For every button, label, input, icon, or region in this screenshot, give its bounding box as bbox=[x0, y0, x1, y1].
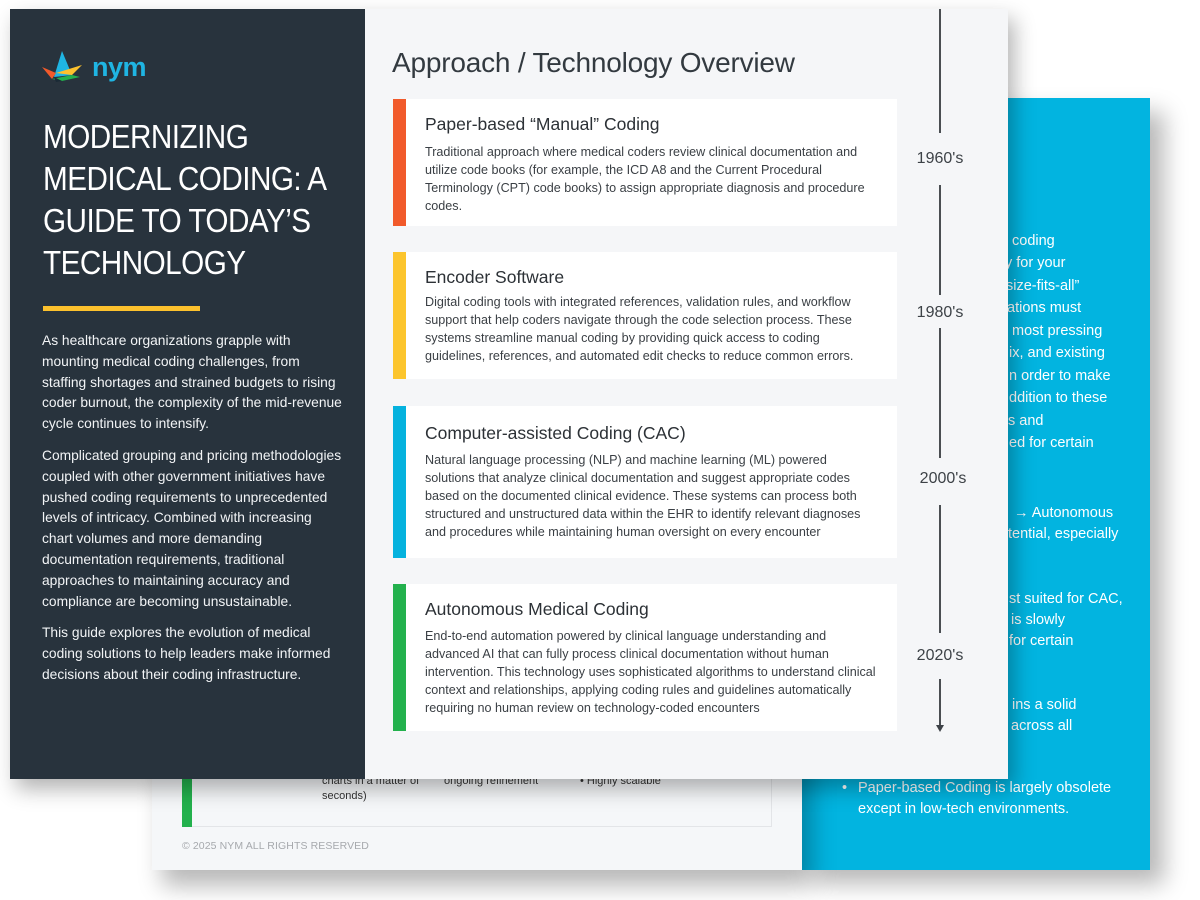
timeline-decade: 1980's bbox=[916, 304, 964, 321]
timeline-segment bbox=[939, 9, 941, 133]
timeline-decade: 2000's bbox=[919, 470, 967, 487]
intro-text: As healthcare organizations grapple with… bbox=[42, 331, 342, 697]
front-page: nym MODERNIZING MEDICAL CODING: A GUIDE … bbox=[10, 9, 1008, 779]
intro-paragraph: As healthcare organizations grapple with… bbox=[42, 333, 342, 432]
timeline-segment bbox=[939, 328, 941, 458]
timeline-segment bbox=[939, 679, 941, 727]
timeline-decade: 1960's bbox=[916, 150, 964, 167]
card-title: Autonomous Medical Coding bbox=[425, 599, 649, 619]
timeline-segment bbox=[939, 505, 941, 633]
blue-text-line: y for your bbox=[1005, 255, 1066, 271]
approach-card-autonomous: Autonomous Medical Coding End-to-end aut… bbox=[393, 584, 897, 731]
intro-paragraph: Complicated grouping and pricing methodo… bbox=[42, 447, 342, 609]
blue-text-line: for certain bbox=[1009, 633, 1074, 649]
blue-text-line: is slowly bbox=[1011, 612, 1065, 628]
logo-text: nym bbox=[92, 52, 147, 82]
blue-text-line: s and bbox=[1008, 413, 1044, 429]
card-accent-bar bbox=[393, 584, 406, 731]
blue-text-line: ix, and existing bbox=[1009, 345, 1105, 361]
timeline-arrow-icon bbox=[936, 725, 944, 732]
section-title: Approach / Technology Overview bbox=[392, 47, 795, 78]
title-underline bbox=[43, 306, 200, 311]
document-title: MODERNIZING MEDICAL CODING: A GUIDE TO T… bbox=[43, 118, 325, 281]
blue-text-line: most pressing bbox=[1012, 323, 1103, 339]
blue-text-line: across all bbox=[1011, 718, 1073, 734]
card-accent-bar bbox=[393, 99, 406, 226]
blue-text-line: size-fits-all” bbox=[1006, 278, 1080, 294]
card-title: Paper-based “Manual” Coding bbox=[425, 114, 660, 134]
approach-card-cac: Computer-assisted Coding (CAC) Natural l… bbox=[393, 406, 897, 558]
blue-text-line: → Autonomous bbox=[1014, 505, 1114, 521]
blue-text-line: ins a solid bbox=[1012, 697, 1077, 713]
blue-text-line: ations must bbox=[1007, 300, 1082, 316]
nym-logo: nym bbox=[42, 49, 147, 85]
blue-text-line: ddition to these bbox=[1009, 390, 1108, 406]
blue-text-line: n order to make bbox=[1009, 368, 1111, 384]
blue-text-line: st suited for CAC, bbox=[1009, 591, 1123, 607]
blue-text-line: coding bbox=[1012, 233, 1055, 249]
card-body: Natural language processing (NLP) and ma… bbox=[425, 453, 861, 539]
card-accent-bar bbox=[393, 252, 406, 379]
card-body: End-to-end automation powered by clinica… bbox=[425, 629, 876, 715]
blue-bullet-list: Paper-based Coding is largely obsolete e… bbox=[840, 778, 1130, 820]
card-accent-bar bbox=[393, 406, 406, 558]
blue-text-line: tential, especially bbox=[1008, 526, 1119, 542]
nym-logo-mark-icon bbox=[42, 51, 82, 82]
sidebar: nym MODERNIZING MEDICAL CODING: A GUIDE … bbox=[10, 9, 365, 779]
card-title: Computer-assisted Coding (CAC) bbox=[425, 423, 686, 443]
blue-bullet-item: Paper-based Coding is largely obsolete e… bbox=[840, 778, 1130, 820]
card-body: Traditional approach where medical coder… bbox=[425, 145, 865, 213]
card-body: Digital coding tools with integrated ref… bbox=[425, 295, 854, 363]
blue-text-line: ed for certain bbox=[1009, 435, 1094, 451]
card-title: Encoder Software bbox=[425, 267, 565, 287]
timeline-decade: 2020's bbox=[916, 647, 964, 664]
copyright-footer: © 2025 NYM ALL RIGHTS RESERVED bbox=[182, 840, 369, 852]
intro-paragraph: This guide explores the evolution of med… bbox=[42, 625, 331, 682]
approach-card-encoder: Encoder Software Digital coding tools wi… bbox=[393, 252, 897, 379]
approach-card-manual: Paper-based “Manual” Coding Traditional … bbox=[393, 99, 897, 226]
timeline-segment bbox=[939, 185, 941, 295]
